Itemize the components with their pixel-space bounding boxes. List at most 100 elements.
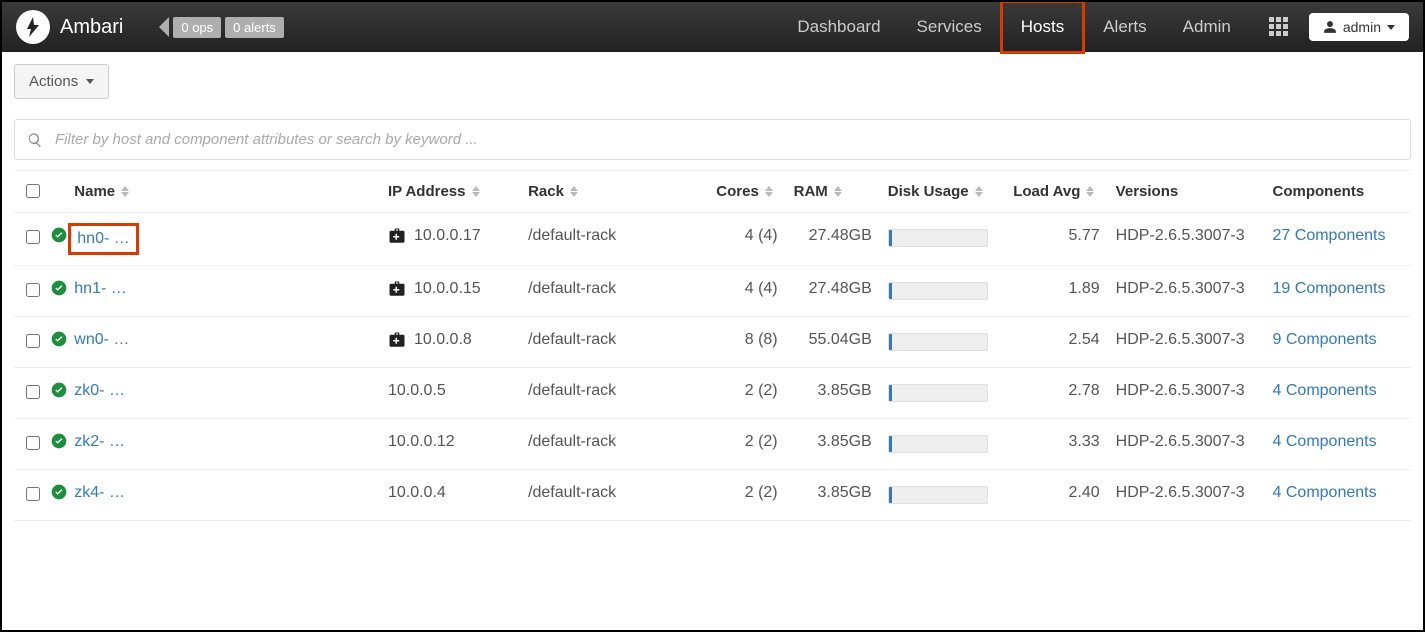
brand-logo[interactable] <box>16 10 50 44</box>
host-link[interactable]: wn0- … <box>74 331 129 348</box>
ip-address: 10.0.0.12 <box>388 433 455 450</box>
ram-value: 3.85GB <box>817 433 871 450</box>
ip-address: 10.0.0.4 <box>388 484 446 501</box>
rack-value: /default-rack <box>528 484 616 501</box>
col-disk-header[interactable]: Disk Usage <box>888 183 969 200</box>
ambari-icon <box>21 15 45 39</box>
version-value: HDP-2.6.5.3007-3 <box>1116 280 1245 297</box>
sort-icon[interactable] <box>975 186 983 197</box>
host-link[interactable]: zk4- … <box>74 484 125 501</box>
version-value: HDP-2.6.5.3007-3 <box>1116 331 1245 348</box>
col-versions-header[interactable]: Versions <box>1116 183 1179 200</box>
col-ram-header[interactable]: RAM <box>794 183 828 200</box>
table-row: zk4- …10.0.0.4/default-rack2 (2)3.85GB2.… <box>14 470 1411 521</box>
col-components-header[interactable]: Components <box>1273 183 1365 200</box>
cores-value: 8 (8) <box>745 331 778 348</box>
nav-hosts[interactable]: Hosts <box>1000 0 1085 54</box>
select-all-checkbox[interactable] <box>26 184 40 198</box>
rack-value: /default-rack <box>528 280 616 297</box>
load-value: 2.40 <box>1069 484 1100 501</box>
components-link[interactable]: 4 Components <box>1273 433 1377 450</box>
ram-value: 27.48GB <box>809 227 872 244</box>
components-link[interactable]: 4 Components <box>1273 382 1377 399</box>
col-cores-header[interactable]: Cores <box>716 183 759 200</box>
col-rack-header[interactable]: Rack <box>528 183 564 200</box>
nav-services[interactable]: Services <box>899 3 1000 51</box>
row-checkbox[interactable] <box>26 436 40 450</box>
cores-value: 4 (4) <box>745 227 778 244</box>
table-row: wn0- …10.0.0.8/default-rack8 (8)55.04GB2… <box>14 317 1411 368</box>
col-ip-header[interactable]: IP Address <box>388 183 466 200</box>
status-ok-icon <box>51 433 67 449</box>
sort-icon[interactable] <box>765 186 773 197</box>
ops-count-badge[interactable]: 0 ops <box>173 17 221 38</box>
actions-button[interactable]: Actions <box>14 64 109 99</box>
table-row: zk2- …10.0.0.12/default-rack2 (2)3.85GB3… <box>14 419 1411 470</box>
user-menu-button[interactable]: admin <box>1309 13 1409 41</box>
user-menu-label: admin <box>1343 19 1381 35</box>
rack-value: /default-rack <box>528 433 616 450</box>
version-value: HDP-2.6.5.3007-3 <box>1116 484 1245 501</box>
table-row: hn1- … 10.0.0.15/default-rack 4 (4) 27.48GB… <box>14 266 1411 317</box>
row-checkbox[interactable] <box>26 283 40 297</box>
ram-value: 3.85GB <box>817 382 871 399</box>
components-link[interactable]: 4 Components <box>1273 484 1377 501</box>
sort-icon[interactable] <box>834 186 842 197</box>
status-ok-icon <box>51 484 67 500</box>
disk-usage-bar <box>888 384 988 402</box>
host-link[interactable]: zk0- … <box>74 382 125 399</box>
status-ok-icon <box>51 382 67 398</box>
col-load-header[interactable]: Load Avg <box>1013 183 1080 200</box>
ip-address: 10.0.0.5 <box>388 382 446 399</box>
apps-grid-icon[interactable] <box>1269 17 1289 37</box>
col-name-header[interactable]: Name <box>74 183 115 200</box>
sort-icon[interactable] <box>1086 186 1094 197</box>
load-value: 1.89 <box>1069 280 1100 297</box>
load-value: 5.77 <box>1069 227 1100 244</box>
user-icon <box>1323 20 1337 34</box>
filter-bar[interactable] <box>14 119 1411 160</box>
status-ok-icon <box>51 227 67 243</box>
row-checkbox[interactable] <box>26 230 40 244</box>
sort-icon[interactable] <box>570 186 578 197</box>
row-checkbox[interactable] <box>26 385 40 399</box>
version-value: HDP-2.6.5.3007-3 <box>1116 227 1245 244</box>
load-value: 2.54 <box>1069 331 1100 348</box>
nav-admin[interactable]: Admin <box>1165 3 1249 51</box>
nav-alerts[interactable]: Alerts <box>1085 3 1164 51</box>
caret-down-icon <box>86 79 94 84</box>
disk-usage-bar <box>888 435 988 453</box>
ram-value: 3.85GB <box>817 484 871 501</box>
table-row: zk0- …10.0.0.5/default-rack2 (2)3.85GB2.… <box>14 368 1411 419</box>
navbar: Ambari 0 ops 0 alerts Dashboard Services… <box>2 2 1423 52</box>
row-checkbox[interactable] <box>26 487 40 501</box>
ip-address: 10.0.0.17 <box>414 227 481 244</box>
components-link[interactable]: 19 Components <box>1273 280 1386 297</box>
alerts-count-badge[interactable]: 0 alerts <box>225 17 284 38</box>
cores-value: 4 (4) <box>745 280 778 297</box>
sort-icon[interactable] <box>472 186 480 197</box>
disk-usage-bar <box>888 333 988 351</box>
status-ok-icon <box>51 331 67 347</box>
nav-dashboard[interactable]: Dashboard <box>779 3 898 51</box>
brand-name[interactable]: Ambari <box>60 16 123 39</box>
ip-address: 10.0.0.15 <box>414 280 481 297</box>
host-link[interactable]: hn0- … <box>68 223 138 255</box>
components-link[interactable]: 27 Components <box>1273 227 1386 244</box>
ops-badges: 0 ops 0 alerts <box>159 17 283 38</box>
version-value: HDP-2.6.5.3007-3 <box>1116 433 1245 450</box>
ram-value: 27.48GB <box>809 280 872 297</box>
rack-value: /default-rack <box>528 331 616 348</box>
host-link[interactable]: hn1- … <box>74 280 126 297</box>
actions-label: Actions <box>29 73 78 90</box>
status-ok-icon <box>51 280 67 296</box>
disk-usage-bar <box>888 486 988 504</box>
components-link[interactable]: 9 Components <box>1273 331 1377 348</box>
sort-icon[interactable] <box>121 186 129 197</box>
host-link[interactable]: zk2- … <box>74 433 125 450</box>
version-value: HDP-2.6.5.3007-3 <box>1116 382 1245 399</box>
filter-input[interactable] <box>53 130 1398 149</box>
maintenance-icon <box>388 331 406 349</box>
row-checkbox[interactable] <box>26 334 40 348</box>
rack-value: /default-rack <box>528 382 616 399</box>
